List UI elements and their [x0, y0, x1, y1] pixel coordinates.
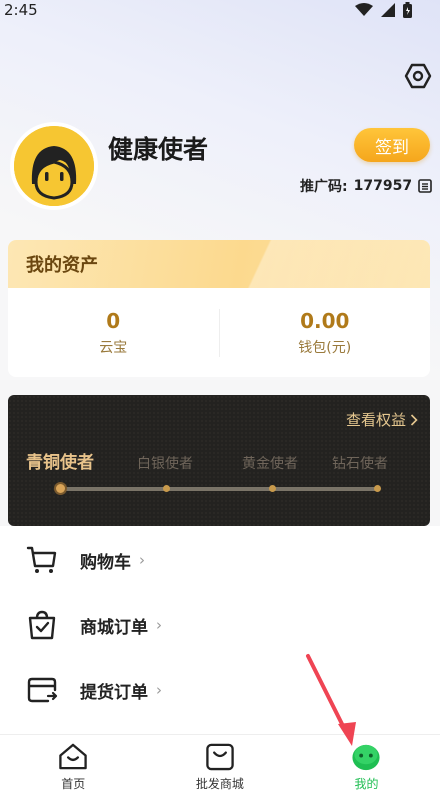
view-rights-label: 查看权益: [345, 411, 406, 429]
menu-item-mall-orders[interactable]: 商城订单 ›: [26, 605, 162, 645]
cart-icon: [26, 546, 57, 573]
level-dot-current: [54, 482, 67, 495]
asset-cloud-treasure[interactable]: 0 云宝: [8, 309, 219, 357]
level-progress-track: [60, 487, 378, 491]
level-diamond: 钻石使者: [332, 456, 388, 472]
status-bar: 2:45: [0, 0, 440, 20]
settings-hexagon-icon: [404, 63, 432, 89]
tab-label: 我的: [354, 777, 379, 791]
tab-wholesale-mall[interactable]: 批发商城: [147, 735, 294, 792]
menu-label: 购物车: [80, 552, 131, 573]
my-assets-header: 我的资产: [8, 240, 430, 288]
view-rights-link[interactable]: 查看权益: [346, 409, 418, 430]
profile-mascot-icon: [352, 744, 381, 771]
chevron-right-icon: ›: [156, 681, 162, 699]
level-bronze: 青铜使者: [26, 453, 94, 473]
chevron-right-icon: ›: [139, 551, 145, 569]
chevron-right-icon: ›: [156, 616, 162, 634]
level-dot: [374, 485, 381, 492]
settings-button[interactable]: [404, 62, 432, 90]
wifi-icon: [355, 3, 373, 16]
level-names: 青铜使者 白银使者 黄金使者 钻石使者: [26, 448, 416, 473]
tab-label: 批发商城: [195, 777, 244, 791]
profile-section: 健康使者 签到 推广码: 177957: [10, 122, 432, 212]
username: 健康使者: [108, 135, 209, 164]
chevron-right-icon: [410, 413, 418, 426]
signal-icon: [381, 3, 395, 17]
avatar[interactable]: [10, 122, 98, 210]
level-dot: [163, 485, 170, 492]
pickup-order-icon: [27, 677, 58, 703]
asset-label: 云宝: [99, 339, 128, 356]
shopping-bag-icon: [206, 743, 234, 771]
menu-label: 提货订单: [80, 682, 148, 703]
copy-icon[interactable]: [418, 179, 432, 193]
order-bag-icon: [28, 610, 56, 640]
my-assets-card: 我的资产 0 云宝 0.00 钱包(元): [8, 240, 430, 377]
asset-label: 钱包(元): [298, 339, 352, 356]
level-dot: [269, 485, 276, 492]
avatar-face-icon: [14, 126, 94, 206]
tab-mine[interactable]: 我的: [293, 735, 440, 792]
menu-list: 购物车 › 商城订单 › 提货订单 ›: [0, 526, 440, 734]
invite-code-label: 推广码:: [300, 179, 348, 195]
status-time: 2:45: [4, 1, 38, 19]
bottom-tab-bar: 首页 批发商城 我的: [0, 734, 440, 792]
invite-code: 推广码: 177957: [300, 176, 432, 196]
menu-item-cart[interactable]: 购物车 ›: [26, 540, 145, 580]
my-assets-title: 我的资产: [26, 255, 98, 276]
level-gold: 黄金使者: [242, 456, 298, 472]
tab-label: 首页: [61, 777, 86, 791]
menu-label: 商城订单: [80, 617, 148, 638]
home-icon: [59, 743, 88, 770]
invite-code-value: 177957: [353, 178, 413, 194]
level-silver: 白银使者: [137, 456, 193, 472]
battery-icon: [403, 2, 412, 18]
asset-value: 0: [106, 308, 121, 333]
membership-level-card: 查看权益 青铜使者 白银使者 黄金使者 钻石使者: [8, 395, 430, 526]
asset-wallet[interactable]: 0.00 钱包(元): [218, 308, 431, 357]
menu-item-pickup-orders[interactable]: 提货订单 ›: [26, 670, 162, 710]
asset-value: 0.00: [300, 308, 350, 333]
sign-in-button[interactable]: 签到: [354, 128, 430, 162]
tab-home[interactable]: 首页: [0, 735, 147, 792]
